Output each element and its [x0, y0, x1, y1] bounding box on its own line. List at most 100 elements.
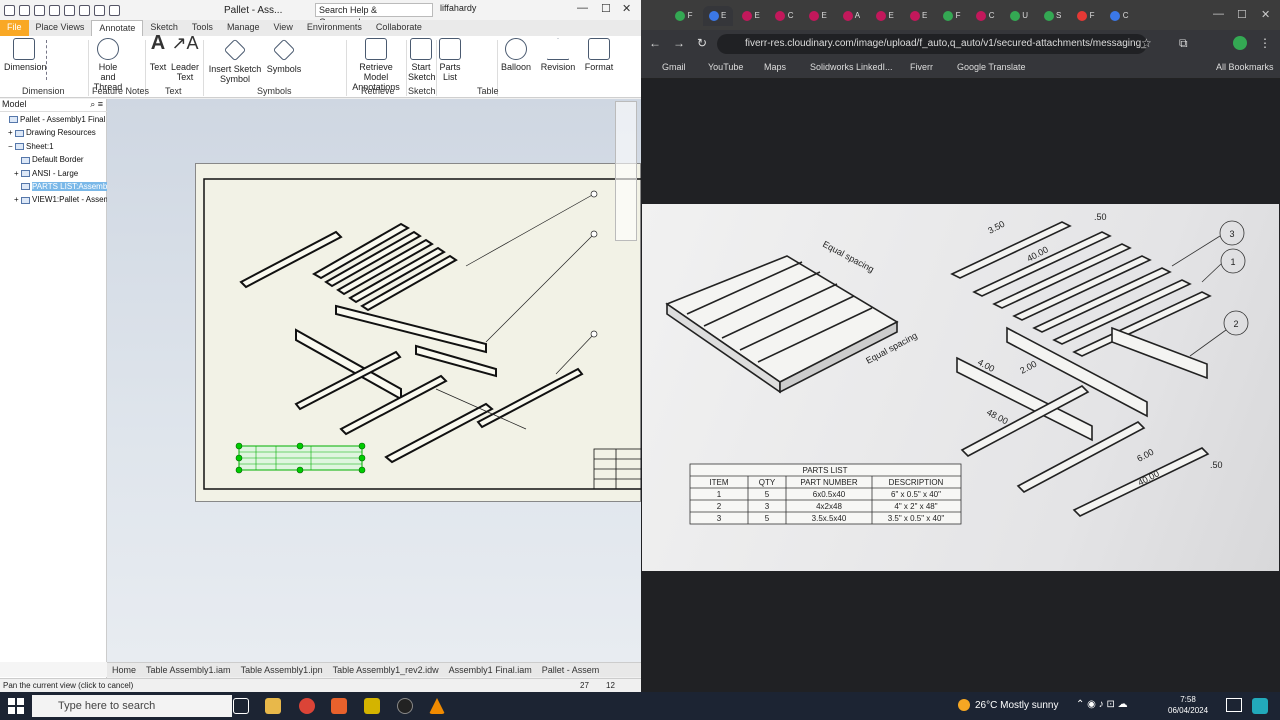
retrieve-model-annotations-button[interactable]: Retrieve Model Annotations: [348, 38, 404, 92]
reload-icon[interactable]: ↻: [697, 36, 707, 50]
browser-tab[interactable]: E: [803, 6, 833, 26]
doc-tab[interactable]: Table Assembly1.ipn: [241, 665, 323, 675]
tree-item[interactable]: PARTS LIST:Assembly: [14, 182, 114, 191]
tree-twist[interactable]: +: [14, 169, 21, 178]
browser-tab[interactable]: F: [937, 6, 967, 26]
navigation-bar[interactable]: [615, 101, 637, 241]
extensions-icon[interactable]: ⧉: [1179, 36, 1188, 51]
vlc-icon[interactable]: [429, 698, 445, 714]
profile-avatar[interactable]: [1233, 36, 1247, 50]
browser-scrollbar[interactable]: [0, 662, 107, 677]
tree-item[interactable]: + VIEW1:Pallet - Assem: [14, 195, 110, 204]
start-sketch-button[interactable]: Start Sketch: [408, 38, 436, 82]
save-icon[interactable]: [49, 4, 60, 16]
tree-item[interactable]: − Sheet:1: [8, 142, 54, 151]
symbols-button[interactable]: Symbols: [266, 38, 302, 74]
bookmark-translate[interactable]: Google Translate: [944, 62, 1026, 72]
notifications-icon[interactable]: [1226, 698, 1242, 712]
help-search-input[interactable]: Search Help & Commands...: [315, 3, 433, 27]
home-icon[interactable]: [94, 4, 105, 16]
browser-tab[interactable]: E: [870, 6, 900, 26]
inventor-icon[interactable]: [364, 698, 380, 714]
start-icon[interactable]: [8, 698, 24, 714]
doc-tab[interactable]: Pallet - Assem: [542, 665, 600, 675]
taskbar-search-input[interactable]: Type here to search: [32, 695, 232, 717]
close-icon[interactable]: ✕: [622, 2, 631, 15]
maximize-icon[interactable]: ☐: [1237, 8, 1247, 21]
browser-tab[interactable]: C: [770, 6, 800, 26]
print-icon[interactable]: [109, 4, 120, 16]
bookmark-star-icon[interactable]: ☆: [1141, 36, 1152, 50]
tree-item[interactable]: Default Border: [14, 155, 84, 164]
tab-view[interactable]: View: [266, 20, 299, 36]
doc-tab-home[interactable]: Home: [112, 665, 136, 675]
browser-search-icon[interactable]: ⌕ ≡: [90, 99, 103, 111]
minimize-icon[interactable]: —: [1213, 8, 1224, 20]
powerpoint-icon[interactable]: [331, 698, 347, 714]
format-button[interactable]: Format: [582, 38, 616, 72]
browser-tab[interactable]: E: [702, 6, 733, 26]
dimension-button[interactable]: Dimension: [4, 38, 47, 72]
doc-tab[interactable]: Table Assembly1_rev2.idw: [333, 665, 439, 675]
back-icon[interactable]: ←: [649, 36, 661, 50]
all-bookmarks[interactable]: All Bookmarks: [1203, 62, 1274, 72]
tab-manage[interactable]: Manage: [220, 20, 267, 36]
tree-item[interactable]: Pallet - Assembly1 Final: [2, 115, 105, 124]
bookmark-maps[interactable]: Maps: [751, 62, 786, 72]
parts-list-button[interactable]: Parts List: [438, 38, 462, 82]
forward-icon[interactable]: →: [673, 36, 685, 50]
tab-environments[interactable]: Environments: [300, 20, 369, 36]
undo-icon[interactable]: [64, 4, 75, 16]
tab-place-views[interactable]: Place Views: [29, 20, 92, 36]
tree-twist[interactable]: +: [8, 128, 15, 137]
doc-tab[interactable]: Table Assembly1.iam: [146, 665, 231, 675]
browser-tab[interactable]: S: [1038, 6, 1068, 26]
text-button[interactable]: A Text: [147, 33, 169, 72]
chrome-icon[interactable]: [299, 698, 315, 714]
browser-tab[interactable]: E: [904, 6, 934, 26]
app-icon[interactable]: [4, 4, 15, 16]
bookmark-youtube[interactable]: YouTube: [695, 62, 743, 72]
tree-item[interactable]: + ANSI - Large: [14, 169, 78, 178]
open-icon[interactable]: [34, 4, 45, 16]
insert-sketch-symbol-button[interactable]: Insert Sketch Symbol: [206, 38, 264, 84]
browser-tab[interactable]: C: [971, 6, 1001, 26]
copilot-icon[interactable]: [1252, 698, 1268, 714]
obs-icon[interactable]: [397, 698, 413, 714]
leader-text-button[interactable]: ↗A Leader Text: [170, 34, 200, 82]
revision-button[interactable]: Revision: [540, 38, 576, 72]
maximize-icon[interactable]: ☐: [601, 2, 611, 15]
tree-twist[interactable]: −: [8, 142, 15, 151]
new-icon[interactable]: [19, 4, 30, 16]
tab-file[interactable]: File: [0, 20, 29, 36]
bookmark-solidworks[interactable]: Solidworks LinkedI...: [797, 62, 893, 72]
menu-icon[interactable]: ⋮: [1259, 36, 1271, 50]
bookmark-gmail[interactable]: Gmail: [649, 62, 686, 72]
dimension-small-tools[interactable]: [46, 40, 72, 80]
address-bar[interactable]: fiverr-res.cloudinary.com/image/upload/f…: [717, 34, 1147, 54]
browser-tab[interactable]: E: [736, 6, 766, 26]
task-view-icon[interactable]: [233, 698, 249, 714]
drawing-sheet[interactable]: [195, 163, 641, 502]
bookmark-fiverr[interactable]: Fiverr: [897, 62, 933, 72]
taskbar-clock[interactable]: 7:58 06/04/2024: [1168, 694, 1208, 716]
tab-collaborate[interactable]: Collaborate: [369, 20, 429, 36]
browser-tab[interactable]: A: [837, 6, 867, 26]
tree-item[interactable]: + Drawing Resources: [8, 128, 96, 137]
weather-widget[interactable]: 26°C Mostly sunny: [958, 692, 1058, 720]
browser-tab[interactable]: C: [1105, 6, 1135, 26]
minimize-icon[interactable]: —: [577, 2, 588, 14]
doc-tab[interactable]: Assembly1 Final.iam: [449, 665, 532, 675]
tree-twist[interactable]: +: [14, 195, 21, 204]
balloon-button[interactable]: Balloon: [499, 38, 533, 72]
browser-tab[interactable]: U: [1004, 6, 1034, 26]
system-tray-icons[interactable]: ⌃ ◉ ♪ ⊡ ☁: [1076, 699, 1128, 710]
user-account[interactable]: liffahardy: [440, 3, 476, 13]
drawing-canvas[interactable]: [107, 99, 641, 662]
hole-thread-button[interactable]: Hole and Thread: [90, 38, 126, 92]
redo-icon[interactable]: [79, 4, 90, 16]
browser-tab[interactable]: F: [1071, 6, 1101, 26]
browser-tab[interactable]: F: [669, 6, 699, 26]
tab-annotate[interactable]: Annotate: [91, 20, 144, 36]
close-icon[interactable]: ✕: [1261, 8, 1270, 21]
